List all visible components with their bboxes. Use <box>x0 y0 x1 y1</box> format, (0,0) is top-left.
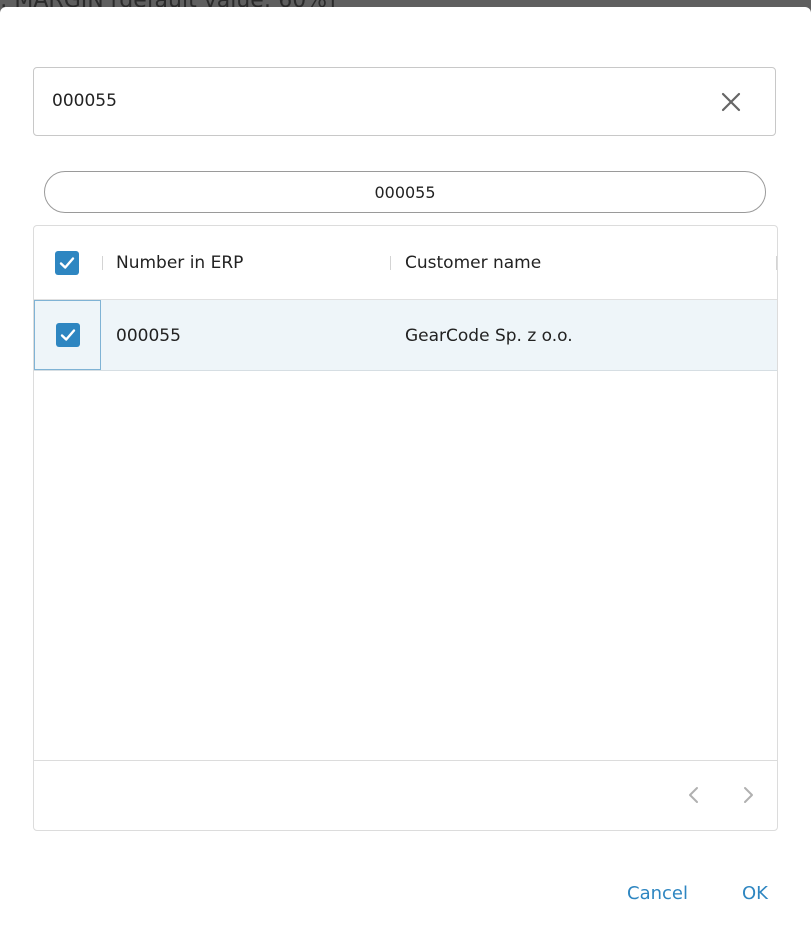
chevron-right-icon[interactable] <box>738 785 758 805</box>
row-checkbox[interactable] <box>56 323 80 347</box>
table-row[interactable]: 000055 GearCode Sp. z o.o. <box>34 300 777 371</box>
cancel-button[interactable]: Cancel <box>627 883 688 904</box>
grid-header: Number in ERP Customer name <box>34 226 777 300</box>
search-input[interactable]: 000055 <box>52 91 117 111</box>
column-header-customer-name[interactable]: Customer name <box>405 253 541 273</box>
column-header-number-in-erp[interactable]: Number in ERP <box>116 253 243 273</box>
customer-grid: Number in ERP Customer name 000055 GearC… <box>33 225 778 831</box>
cell-number-in-erp: 000055 <box>116 326 181 346</box>
grid-pagination <box>34 760 777 830</box>
column-separator <box>776 256 777 270</box>
chevron-left-icon[interactable] <box>684 785 704 805</box>
cell-customer-name: GearCode Sp. z o.o. <box>405 326 573 346</box>
column-separator <box>390 256 391 270</box>
search-field[interactable]: 000055 <box>33 67 776 136</box>
close-icon[interactable] <box>719 90 743 114</box>
customer-select-dialog: 000055 000055 Number in ERP Customer nam… <box>0 7 811 929</box>
check-icon <box>60 329 76 341</box>
filter-chip-label: 000055 <box>374 182 436 202</box>
filter-chip[interactable]: 000055 <box>44 171 766 213</box>
select-all-checkbox[interactable] <box>55 251 79 275</box>
row-checkbox-cell <box>34 300 101 370</box>
column-separator <box>102 256 103 270</box>
check-icon <box>59 257 75 269</box>
ok-button[interactable]: OK <box>742 883 768 904</box>
